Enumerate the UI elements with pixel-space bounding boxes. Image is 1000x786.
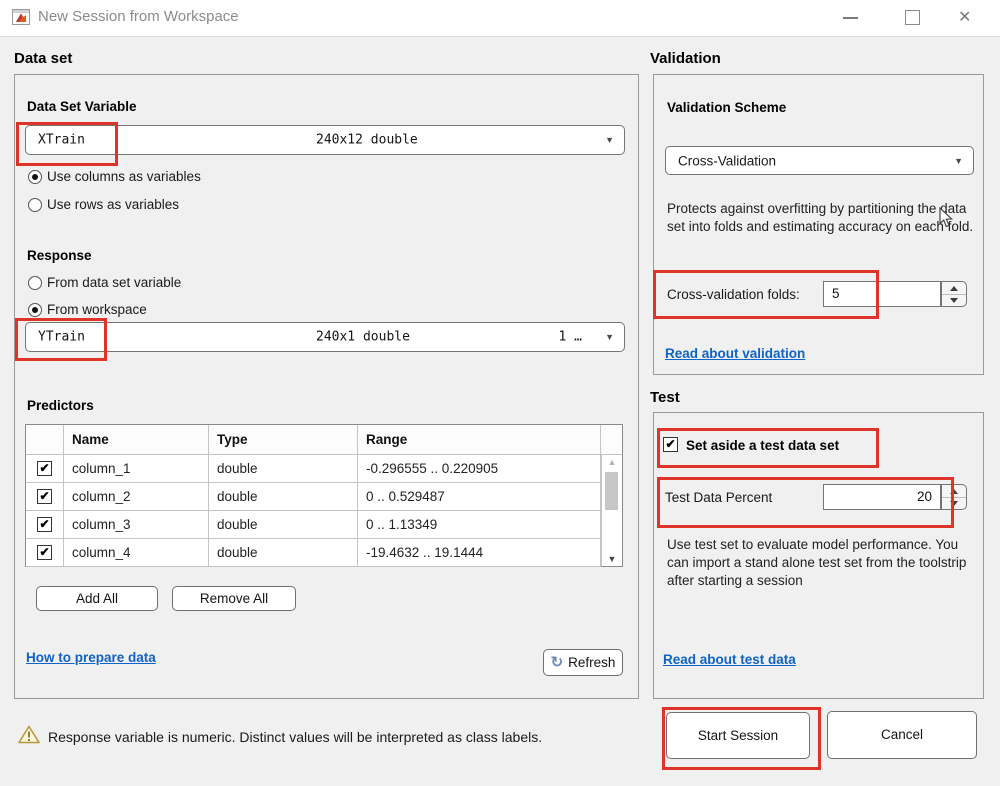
refresh-label: Refresh [568, 655, 615, 670]
response-variable-value: YTrain [38, 330, 85, 345]
predictors-label: Predictors [27, 398, 94, 413]
chevron-down-icon[interactable]: ▼ [605, 135, 614, 145]
new-session-dialog: New Session from Workspace ✕ Data set Da… [0, 0, 1000, 786]
header-range: Range [358, 425, 601, 455]
warning-text: Response variable is numeric. Distinct v… [48, 729, 542, 745]
remove-all-button[interactable]: Remove All [172, 586, 296, 611]
scroll-down-icon[interactable]: ▼ [602, 554, 622, 564]
chevron-down-icon[interactable]: ▼ [954, 156, 963, 166]
response-label: Response [27, 248, 92, 263]
row3-name: column_3 [64, 511, 209, 539]
how-to-prepare-data-link[interactable]: How to prepare data [26, 650, 156, 665]
row1-type: double [209, 455, 358, 483]
row2-name: column_2 [64, 483, 209, 511]
chevron-down-icon[interactable]: ▼ [605, 332, 614, 342]
table-scrollbar[interactable]: ▲ ▼ [601, 455, 622, 566]
cv-folds-input[interactable]: 5 [823, 281, 941, 307]
titlebar: New Session from Workspace ✕ [0, 0, 1000, 37]
validation-scheme-value: Cross-Validation [678, 153, 776, 168]
cv-folds-label: Cross-validation folds: [667, 287, 800, 302]
header-name: Name [64, 425, 209, 455]
row2-type: double [209, 483, 358, 511]
predictors-table: Name Type Range ✔ column_1 double -0.296… [25, 424, 623, 567]
table-row[interactable]: ✔ column_1 double -0.296555 .. 0.220905 [26, 455, 622, 483]
table-row[interactable]: ✔ column_4 double -19.4632 .. 19.1444 [26, 539, 622, 567]
row2-range: 0 .. 0.529487 [358, 483, 601, 511]
table-row[interactable]: ✔ column_2 double 0 .. 0.529487 [26, 483, 622, 511]
response-variable-dropdown[interactable]: YTrain 240x1 double 1 … ▼ [25, 322, 625, 352]
validation-description: Protects against overfitting by partitio… [667, 200, 979, 236]
warning-icon [18, 725, 40, 749]
radio-from-workspace[interactable] [28, 303, 42, 317]
test-percent-input[interactable]: 20 [823, 484, 941, 510]
header-scroll-column [601, 425, 622, 455]
row1-checkbox[interactable]: ✔ [37, 461, 52, 476]
response-variable-dims: 240x1 double [316, 330, 410, 345]
start-session-button[interactable]: Start Session [666, 712, 810, 759]
radio-use-columns-label[interactable]: Use columns as variables [47, 169, 201, 184]
header-checkbox-column [26, 425, 64, 455]
cancel-button[interactable]: Cancel [827, 711, 977, 759]
cv-folds-stepper[interactable] [941, 281, 967, 307]
validation-scheme-label: Validation Scheme [667, 100, 786, 115]
dataset-variable-value: XTrain [38, 133, 85, 148]
dataset-variable-label: Data Set Variable [27, 99, 137, 114]
radio-from-workspace-label[interactable]: From workspace [47, 302, 147, 317]
stepper-down-icon[interactable] [942, 497, 966, 509]
row4-type: double [209, 539, 358, 567]
predictors-header-row: Name Type Range [26, 425, 622, 455]
radio-from-dataset-label[interactable]: From data set variable [47, 275, 181, 290]
scroll-up-icon[interactable]: ▲ [602, 457, 622, 467]
response-variable-extra: 1 … [559, 330, 582, 345]
scrollbar-thumb[interactable] [605, 472, 618, 510]
validation-heading: Validation [650, 50, 721, 67]
validation-scheme-dropdown[interactable]: Cross-Validation ▼ [665, 146, 974, 175]
test-description: Use test set to evaluate model performan… [667, 536, 979, 590]
test-set-checkbox-label[interactable]: Set aside a test data set [686, 438, 839, 453]
test-set-checkbox[interactable]: ✔ [663, 437, 678, 452]
row3-checkbox[interactable]: ✔ [37, 517, 52, 532]
stepper-down-icon[interactable] [942, 294, 966, 306]
radio-use-rows-label[interactable]: Use rows as variables [47, 197, 179, 212]
dataset-heading: Data set [14, 50, 72, 67]
close-icon[interactable]: ✕ [958, 7, 971, 29]
refresh-icon: ↻ [551, 654, 564, 671]
add-all-button[interactable]: Add All [36, 586, 158, 611]
row4-range: -19.4632 .. 19.1444 [358, 539, 601, 567]
radio-use-columns[interactable] [28, 170, 42, 184]
row1-name: column_1 [64, 455, 209, 483]
maximize-icon[interactable] [905, 10, 920, 25]
radio-use-rows[interactable] [28, 198, 42, 212]
window-title: New Session from Workspace [38, 8, 239, 25]
row3-range: 0 .. 1.13349 [358, 511, 601, 539]
read-about-validation-link[interactable]: Read about validation [665, 346, 805, 361]
row4-checkbox[interactable]: ✔ [37, 545, 52, 560]
row1-range: -0.296555 .. 0.220905 [358, 455, 601, 483]
header-type: Type [209, 425, 358, 455]
minimize-icon[interactable] [843, 17, 858, 19]
test-heading: Test [650, 389, 680, 406]
radio-from-dataset[interactable] [28, 276, 42, 290]
refresh-button[interactable]: ↻ Refresh [543, 649, 623, 676]
table-row[interactable]: ✔ column_3 double 0 .. 1.13349 [26, 511, 622, 539]
test-percent-stepper[interactable] [941, 484, 967, 510]
dataset-variable-dropdown[interactable]: XTrain 240x12 double ▼ [25, 125, 625, 155]
read-about-test-data-link[interactable]: Read about test data [663, 652, 796, 667]
row2-checkbox[interactable]: ✔ [37, 489, 52, 504]
dataset-variable-dims: 240x12 double [316, 133, 418, 148]
test-percent-label: Test Data Percent [665, 490, 772, 505]
row4-name: column_4 [64, 539, 209, 567]
row3-type: double [209, 511, 358, 539]
matlab-icon [12, 9, 30, 25]
